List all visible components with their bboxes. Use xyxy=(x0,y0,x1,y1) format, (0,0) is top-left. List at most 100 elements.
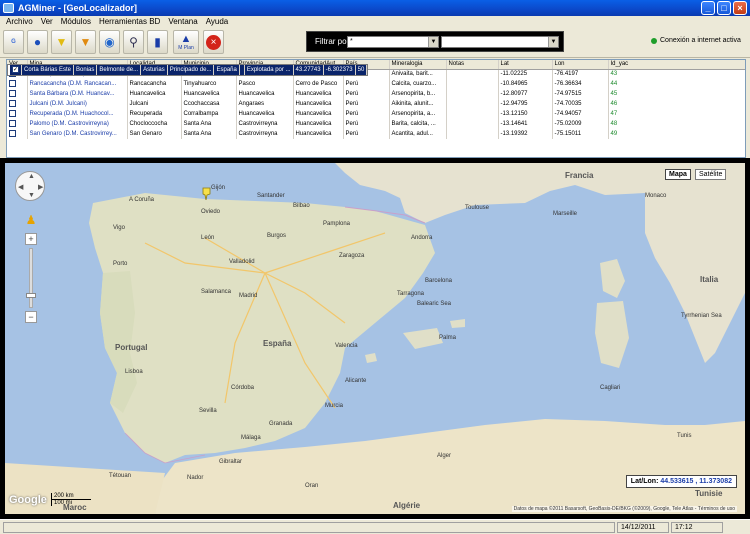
label-valencia: Valencia xyxy=(335,343,358,349)
cell-pais: Perú xyxy=(343,129,390,139)
table-row[interactable]: Palomo (D.M. Castrovirreyna) Chocloccocha… xyxy=(7,119,745,129)
pegman-icon[interactable]: ♟ xyxy=(25,213,37,227)
col-lon[interactable]: Lon xyxy=(552,60,609,70)
cell-id: 46 xyxy=(608,99,745,109)
table-row[interactable]: Rancacancha (D.M. Rancacan... Rancacancha… xyxy=(7,79,745,89)
cell-pais: Perú xyxy=(343,89,390,99)
row-checkbox[interactable]: ✓ xyxy=(12,66,19,73)
table-row[interactable]: Julcani (D.M. Julcani) Julcani Ccochaccasa… xyxy=(7,99,745,109)
book-button[interactable]: ▮ xyxy=(147,30,168,54)
location-marker-icon[interactable] xyxy=(202,187,211,200)
menu-ayuda[interactable]: Ayuda xyxy=(202,17,233,26)
label-vigo: Vigo xyxy=(113,225,125,231)
pan-down-icon[interactable]: ▼ xyxy=(28,192,35,199)
label-cagliari: Cagliari xyxy=(600,385,621,391)
pan-up-icon[interactable]: ▲ xyxy=(28,173,35,180)
row-checkbox[interactable] xyxy=(9,109,16,117)
label-madrid: Madrid xyxy=(239,293,258,299)
latlon-label: Lat/Lon: xyxy=(630,478,659,485)
globe-button[interactable]: ● xyxy=(27,30,48,54)
menu-ventana[interactable]: Ventana xyxy=(164,17,201,26)
cell-municipio: Belmonte de... xyxy=(96,65,142,75)
pan-right-icon[interactable]: ▶ xyxy=(38,183,43,191)
cell-id: 45 xyxy=(608,89,745,99)
table-row[interactable]: Santa Bárbara (D.M. Huancav... Huancaveli… xyxy=(7,89,745,99)
row-checkbox[interactable] xyxy=(9,89,16,97)
table-row[interactable]: ✓ Corta Bárias Este Bonias Belmonte de... As… xyxy=(7,64,369,76)
mountain-button[interactable]: ▲ M Plan xyxy=(173,30,199,54)
cell-municipio: Santa Ana xyxy=(181,119,237,129)
menu-archivo[interactable]: Archivo xyxy=(2,17,37,26)
pan-left-icon[interactable]: ◀ xyxy=(18,183,23,191)
minimize-button[interactable]: _ xyxy=(701,1,715,15)
scale-mi: 100 mi xyxy=(51,500,83,506)
orange-pin-icon: ▼ xyxy=(79,35,92,49)
filter-value-select[interactable]: ▼ xyxy=(441,36,559,48)
filter-field-select[interactable]: * ▼ xyxy=(347,36,439,48)
cell-mineralogia: Aikinita, alunit... xyxy=(389,99,447,109)
cell-localidad: Recuperada xyxy=(127,109,182,119)
cell-lat: -12.80977 xyxy=(498,89,553,99)
zoom-out-button[interactable]: − xyxy=(25,311,37,323)
menu-herramientas-bd[interactable]: Herramientas BD xyxy=(95,17,164,26)
window-title: AGMiner - [GeoLocalizador] xyxy=(18,3,138,13)
label-valladolid: Valladolid xyxy=(229,259,255,265)
col-notas[interactable]: Notas xyxy=(446,60,499,70)
status-bar: 14/12/2011 17:12 xyxy=(0,519,750,534)
pin-button[interactable]: ▼ xyxy=(51,30,72,54)
stop-button[interactable]: × xyxy=(203,30,224,54)
row-checkbox[interactable] xyxy=(9,79,16,87)
row-checkbox-cell xyxy=(7,109,28,119)
cell-comunidad: Huancavelica xyxy=(293,89,344,99)
cell-notas: Explotada por ... xyxy=(244,65,294,75)
row-checkbox[interactable] xyxy=(9,119,16,127)
row-checkbox[interactable] xyxy=(9,99,16,107)
cell-localidad: Julcani xyxy=(127,99,182,109)
mountain-icon: ▲ xyxy=(180,33,192,45)
close-button[interactable]: × xyxy=(733,1,747,15)
map-view[interactable]: España Portugal Francia Italia Algérie T… xyxy=(5,163,745,514)
chevron-down-icon: ▼ xyxy=(428,37,438,47)
cell-mina: Corta Bárias Este xyxy=(21,65,75,75)
status-dot-icon xyxy=(651,37,657,44)
pin-add-button[interactable]: ▼ xyxy=(75,30,96,54)
maximize-button[interactable]: □ xyxy=(717,1,731,15)
table-row[interactable]: San Genaro (D.M. Castrovirrey... San Gena… xyxy=(7,129,745,139)
col-id[interactable]: Id_yac xyxy=(608,60,745,70)
row-checkbox[interactable] xyxy=(9,129,16,137)
cell-lon: -74.97515 xyxy=(552,89,609,99)
label-tyrrhenian-sea: Tyrrhenian Sea xyxy=(681,313,722,319)
cell-comunidad: Cerro de Pasco xyxy=(293,79,344,89)
cell-lat: -12.94795 xyxy=(498,99,553,109)
col-mineralogia[interactable]: Mineralogia xyxy=(389,60,447,70)
map-type-satellite[interactable]: Satélite xyxy=(695,169,727,180)
zoom-slider[interactable] xyxy=(26,248,36,308)
cell-id: 43 xyxy=(608,69,745,79)
cell-comunidad: Principado de... xyxy=(167,65,215,75)
google-button[interactable]: G xyxy=(3,30,24,54)
row-checkbox-cell: ✓ xyxy=(10,65,22,75)
menu-ver[interactable]: Ver xyxy=(37,17,57,26)
cell-mina: San Genaro (D.M. Castrovirrey... xyxy=(27,129,128,139)
row-checkbox-cell xyxy=(7,89,28,99)
search-button[interactable]: ⚲ xyxy=(123,30,144,54)
map-type-map[interactable]: Mapa xyxy=(665,169,691,180)
pan-control[interactable]: ▲ ▼ ◀ ▶ xyxy=(15,171,45,201)
label-sevilla: Sevilla xyxy=(199,408,217,414)
label-nador: Nador xyxy=(187,475,204,481)
menu-modulos[interactable]: Módulos xyxy=(57,17,95,26)
zoom-in-button[interactable]: + xyxy=(25,233,37,245)
connection-text: Conexión a internet activa xyxy=(660,37,741,44)
col-lat[interactable]: Lat xyxy=(498,60,553,70)
label-santander: Santander xyxy=(257,193,285,199)
cell-pais: Perú xyxy=(343,99,390,109)
earth-button[interactable]: ◉ xyxy=(99,30,120,54)
menu-bar: Archivo Ver Módulos Herramientas BD Vent… xyxy=(0,16,750,27)
table-row[interactable]: Recuperada (D.M. Huachocol... Recuperada C… xyxy=(7,109,745,119)
label-gibraltar: Gibraltar xyxy=(219,459,243,465)
cell-provincia: Huancavelica xyxy=(236,109,294,119)
zoom-slider-knob[interactable] xyxy=(26,293,36,298)
cell-comunidad: Huancavelica xyxy=(293,109,344,119)
yellow-pin-icon: ▼ xyxy=(55,35,68,49)
cell-provincia: Huancavelica xyxy=(236,89,294,99)
